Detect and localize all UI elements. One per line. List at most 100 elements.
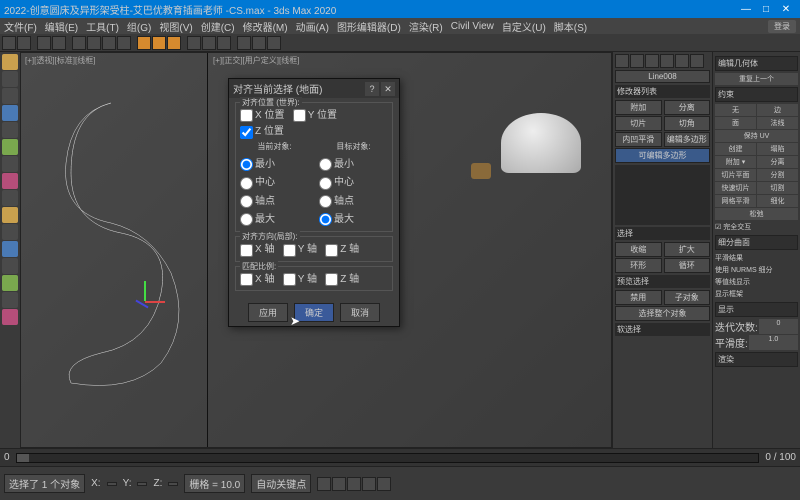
lt-space-icon[interactable] <box>2 258 18 274</box>
btn-detach2[interactable]: 分离 <box>757 156 798 168</box>
lt-camera-icon[interactable] <box>2 224 18 240</box>
menu-custom[interactable]: 自定义(U) <box>502 19 546 34</box>
play-prev-icon[interactable] <box>332 477 346 491</box>
tab-utility-icon[interactable] <box>690 54 704 68</box>
repeat-last-btn[interactable]: 重复上一个 <box>715 73 798 85</box>
signin-button[interactable]: 登录 <box>768 20 796 33</box>
tab-create-icon[interactable] <box>615 54 629 68</box>
chk-x-pos[interactable]: X 位置 <box>240 106 284 122</box>
lt-text-icon[interactable] <box>2 190 18 206</box>
minimize-button[interactable]: — <box>736 4 756 15</box>
apply-button[interactable]: 应用 <box>248 303 288 322</box>
con-face[interactable]: 面 <box>715 117 756 129</box>
lt-extra1-icon[interactable] <box>2 292 18 308</box>
ok-button[interactable]: 确定 <box>294 303 334 322</box>
play-play-icon[interactable] <box>347 477 361 491</box>
object-name-field[interactable]: Line008 <box>615 70 710 83</box>
chk-full-interactivity[interactable]: ☑ 完全交互 <box>715 221 798 233</box>
dialog-help-button[interactable]: ? <box>365 82 379 96</box>
lt-torus-icon[interactable] <box>2 156 18 172</box>
menu-animation[interactable]: 动画(A) <box>296 19 329 34</box>
tool-unlink-icon[interactable] <box>52 36 66 50</box>
play-end-icon[interactable] <box>377 477 391 491</box>
tool-rotate-icon[interactable] <box>102 36 116 50</box>
tool-render-setup-icon[interactable] <box>252 36 266 50</box>
btn-editpoly[interactable]: 编辑多边形 <box>664 132 711 147</box>
btn-slice[interactable]: 切片 <box>615 116 662 131</box>
lt-helper-icon[interactable] <box>2 241 18 257</box>
play-next-icon[interactable] <box>362 477 376 491</box>
tool-align-icon[interactable] <box>202 36 216 50</box>
select-rollout[interactable]: 选择 <box>615 227 710 240</box>
tool-percent-snap-icon[interactable] <box>167 36 181 50</box>
maximize-button[interactable]: □ <box>756 4 776 15</box>
tab-display-icon[interactable] <box>675 54 689 68</box>
btn-attach[interactable]: 附加 <box>615 100 662 115</box>
btn-sliceplane[interactable]: 切片平面 <box>715 169 756 181</box>
chk-sx[interactable]: X 轴 <box>240 270 274 286</box>
chk-nurms[interactable]: 使用 NURMS 细分 <box>715 264 798 276</box>
smooth-spinner[interactable]: 1.0 <box>749 335 798 350</box>
con-edge[interactable]: 边 <box>757 104 798 116</box>
modifier-list-dropdown[interactable]: 修改器列表 <box>615 85 710 98</box>
lt-system-icon[interactable] <box>2 275 18 291</box>
lt-tube-icon[interactable] <box>2 139 18 155</box>
btn-relax[interactable]: 内凹平滑 <box>615 132 662 147</box>
y-field[interactable] <box>137 482 147 486</box>
tool-mirror-icon[interactable] <box>187 36 201 50</box>
menu-view[interactable]: 视图(V) <box>159 19 192 34</box>
btn-shrink[interactable]: 收缩 <box>615 242 662 257</box>
chk-z-pos[interactable]: Z 位置 <box>240 122 284 138</box>
rad-cur-pivot[interactable]: 轴点 <box>240 191 309 209</box>
axis-gizmo[interactable] <box>125 281 165 321</box>
btn-ring[interactable]: 环形 <box>615 258 662 273</box>
menu-script[interactable]: 脚本(S) <box>554 19 587 34</box>
tool-undo-icon[interactable] <box>2 36 16 50</box>
lt-cone-icon[interactable] <box>2 122 18 138</box>
menu-tools[interactable]: 工具(T) <box>86 19 119 34</box>
tab-motion-icon[interactable] <box>660 54 674 68</box>
preview-sub[interactable]: 子对象 <box>664 290 711 305</box>
lt-cylinder-icon[interactable] <box>2 105 18 121</box>
rad-tgt-pivot[interactable]: 轴点 <box>319 191 388 209</box>
btn-detach[interactable]: 分离 <box>664 100 711 115</box>
btn-tessellate[interactable]: 细化 <box>757 195 798 207</box>
btn-relax2[interactable]: 松弛 <box>715 208 798 220</box>
rad-cur-center[interactable]: 中心 <box>240 172 309 190</box>
editgeo-rollout[interactable]: 编辑几何体 <box>715 56 798 71</box>
softsel-rollout[interactable]: 软选择 <box>615 323 710 336</box>
menu-create[interactable]: 创建(C) <box>201 19 235 34</box>
menu-civil[interactable]: Civil View <box>451 21 494 32</box>
btn-collapse[interactable]: 塌陷 <box>757 143 798 155</box>
btn-cut[interactable]: 切割 <box>757 182 798 194</box>
close-button[interactable]: ✕ <box>776 4 796 15</box>
con-none[interactable]: 无 <box>715 104 756 116</box>
tool-material-icon[interactable] <box>237 36 251 50</box>
tool-link-icon[interactable] <box>37 36 51 50</box>
tool-redo-icon[interactable] <box>17 36 31 50</box>
lt-box-icon[interactable] <box>2 71 18 87</box>
chk-isoline[interactable]: 等值线显示 <box>715 276 798 288</box>
timeline-track[interactable] <box>16 453 760 463</box>
menu-edit[interactable]: 编辑(E) <box>45 19 78 34</box>
lt-light-icon[interactable] <box>2 207 18 223</box>
subdiv-rollout[interactable]: 细分曲面 <box>715 235 798 250</box>
rad-tgt-min[interactable]: 最小 <box>319 154 388 172</box>
viewport-label-left[interactable]: [+][透视][标准][线框] <box>25 55 95 66</box>
play-start-icon[interactable] <box>317 477 331 491</box>
btn-attach2[interactable]: 附加 ▾ <box>715 156 756 168</box>
cancel-button[interactable]: 取消 <box>340 303 380 322</box>
modifier-stack-item[interactable]: 可编辑多边形 <box>615 148 710 163</box>
preserve-uv[interactable]: 保持 UV <box>715 130 798 142</box>
btn-create[interactable]: 创建 <box>715 143 756 155</box>
menu-render[interactable]: 渲染(R) <box>409 19 443 34</box>
dialog-close-button[interactable]: ✕ <box>381 82 395 96</box>
btn-msmooth[interactable]: 网格平滑 <box>715 195 756 207</box>
rad-tgt-max[interactable]: 最大 <box>319 209 388 227</box>
tool-move-icon[interactable] <box>87 36 101 50</box>
menu-file[interactable]: 文件(F) <box>4 19 37 34</box>
chk-y-pos[interactable]: Y 位置 <box>293 106 337 122</box>
z-field[interactable] <box>168 482 178 486</box>
x-field[interactable] <box>107 482 117 486</box>
btn-loop[interactable]: 循环 <box>664 258 711 273</box>
